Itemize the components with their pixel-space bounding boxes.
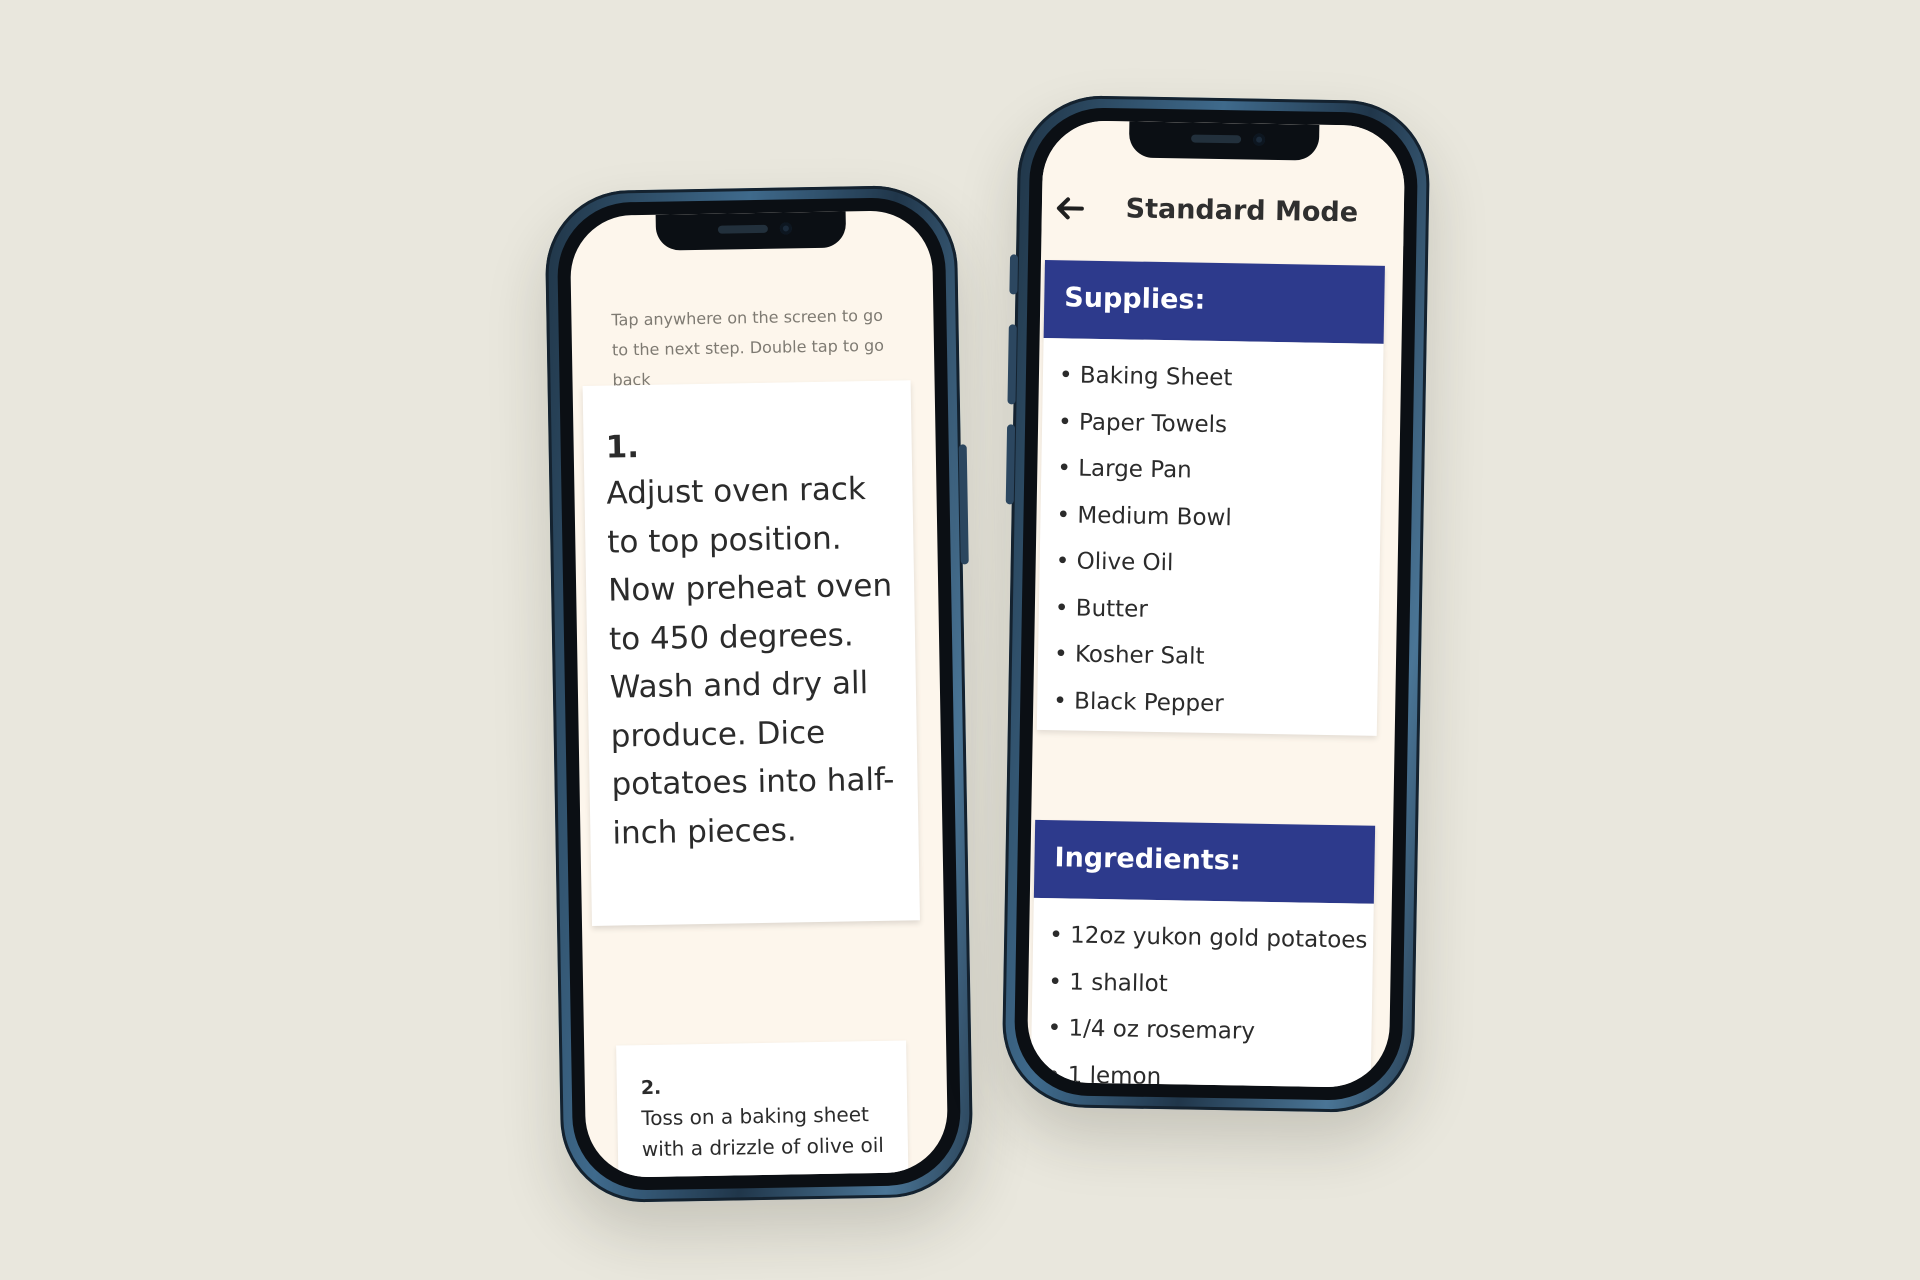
phone-left: Tap anywhere on the screen to go to the … bbox=[544, 184, 974, 1204]
list-item: 1 shallot bbox=[1048, 959, 1373, 1011]
step-card-2[interactable]: 2. Toss on a baking sheet with a drizzle… bbox=[616, 1040, 910, 1179]
list-item: 1/4 oz rosemary bbox=[1047, 1005, 1372, 1057]
list-item: Paper Towels bbox=[1058, 399, 1383, 451]
list-item: Olive Oil bbox=[1055, 538, 1380, 590]
list-item: Kosher Salt bbox=[1054, 631, 1379, 683]
supplies-header: Supplies: bbox=[1043, 259, 1385, 344]
camera-icon bbox=[1253, 133, 1266, 146]
list-item: Butter bbox=[1055, 585, 1380, 637]
speaker-grille bbox=[717, 224, 768, 234]
silent-switch bbox=[1009, 254, 1019, 295]
list-item: Black Pepper bbox=[1053, 678, 1378, 730]
phone-notch bbox=[1128, 121, 1320, 161]
list-item: Medium Bowl bbox=[1056, 492, 1381, 544]
recipe-screen: Standard Mode Supplies: Baking Sheet Pap… bbox=[1026, 119, 1406, 1089]
step-card-1[interactable]: 1. Adjust oven rack to top position. Now… bbox=[582, 380, 920, 926]
phone-right: Standard Mode Supplies: Baking Sheet Pap… bbox=[1001, 94, 1431, 1114]
page-title: Standard Mode bbox=[1125, 193, 1359, 229]
phone-notch bbox=[655, 211, 847, 251]
camera-icon bbox=[779, 222, 792, 235]
list-item: 12oz yukon gold potatoes bbox=[1049, 912, 1374, 964]
ingredients-header: Ingredients: bbox=[1033, 819, 1376, 904]
ingredients-list: 12oz yukon gold potatoes 1 shallot 1/4 o… bbox=[1029, 897, 1374, 1089]
step-instruction: Adjust oven rack to top position. Now pr… bbox=[606, 471, 895, 852]
list-item: 1 lemon bbox=[1046, 1052, 1371, 1088]
volume-down-button bbox=[1005, 424, 1016, 505]
step-screen[interactable]: Tap anywhere on the screen to go to the … bbox=[569, 209, 949, 1179]
supplies-list: Baking Sheet Paper Towels Large Pan Medi… bbox=[1036, 337, 1384, 736]
phone-bezel: Standard Mode Supplies: Baking Sheet Pap… bbox=[1013, 106, 1419, 1102]
power-button bbox=[958, 444, 969, 565]
speaker-grille bbox=[1191, 134, 1242, 144]
arrow-left-icon[interactable] bbox=[1052, 190, 1089, 227]
phone-bezel: Tap anywhere on the screen to go to the … bbox=[556, 196, 962, 1192]
step-number: 2. bbox=[640, 1076, 662, 1100]
step-instruction: Toss on a baking sheet with a drizzle of… bbox=[641, 1102, 885, 1162]
step-number: 1. bbox=[605, 429, 640, 466]
list-item: Large Pan bbox=[1057, 445, 1382, 497]
list-item: Baking Sheet bbox=[1059, 352, 1384, 404]
volume-up-button bbox=[1007, 324, 1017, 405]
